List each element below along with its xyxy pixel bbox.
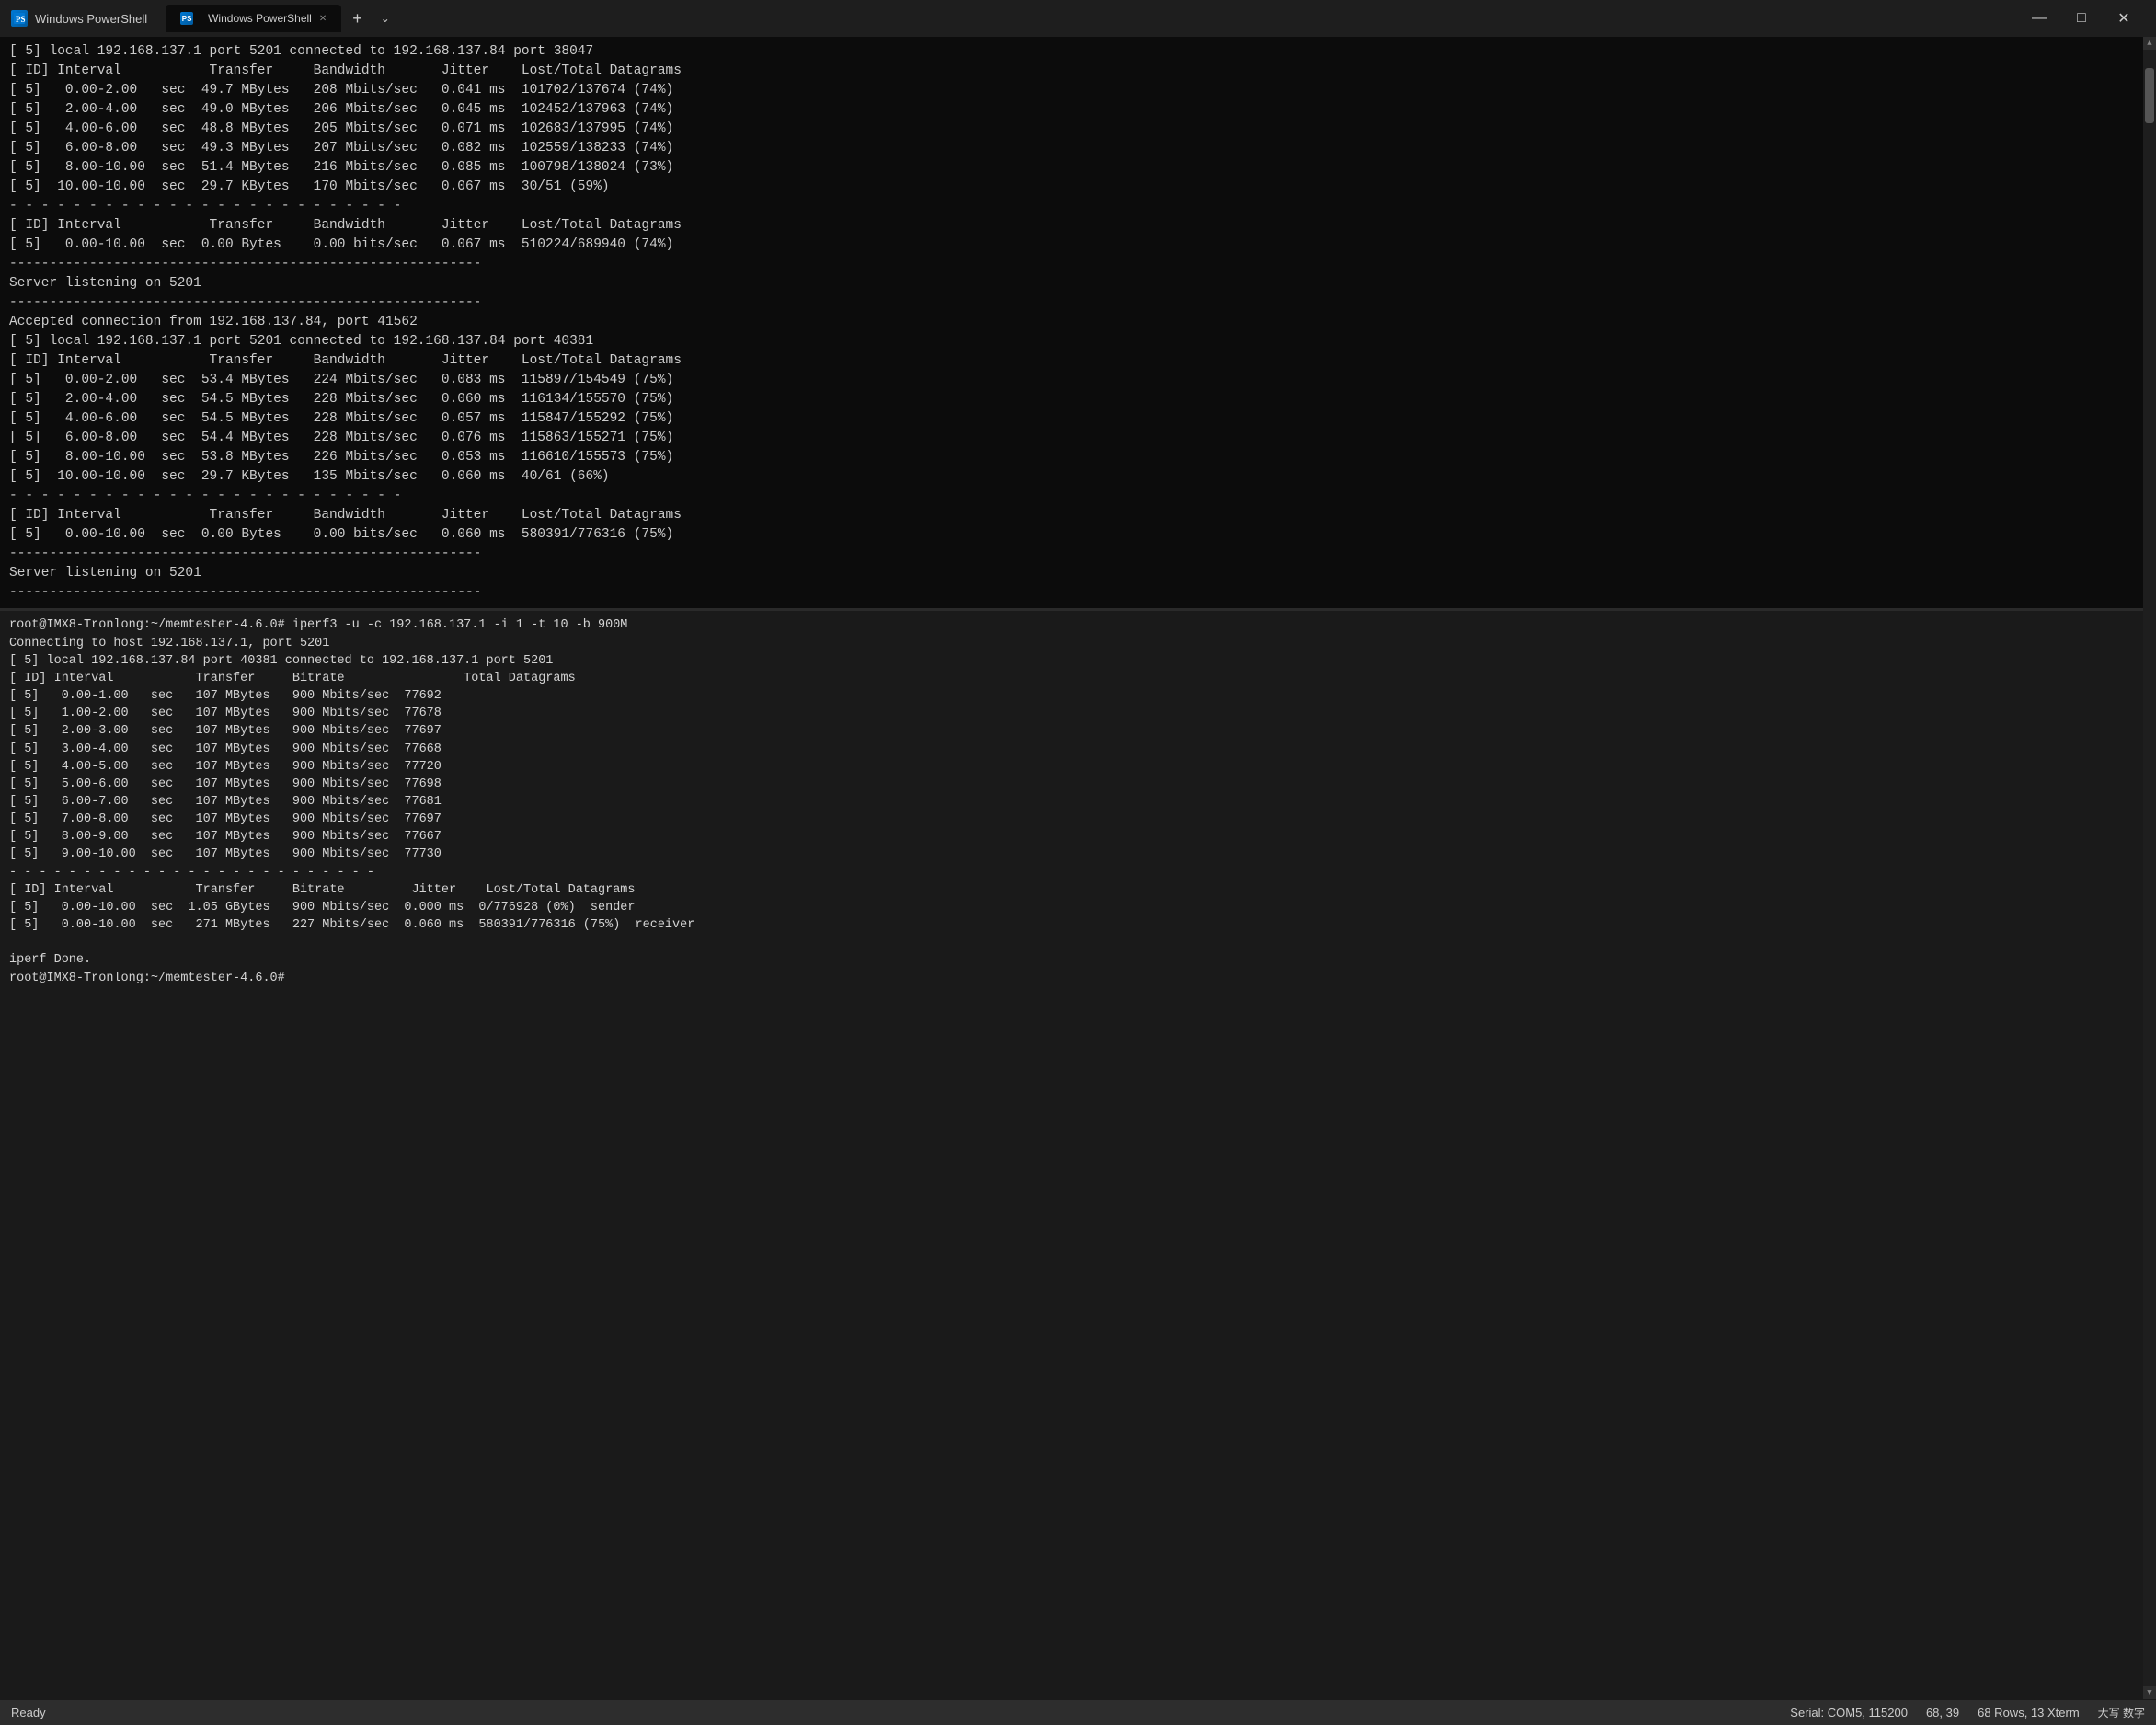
cjk-label: 大写 数字	[2098, 1705, 2145, 1720]
scroll-thumb[interactable]	[2145, 68, 2154, 123]
minimize-button[interactable]: —	[2018, 4, 2060, 33]
app-icon: PS	[11, 10, 28, 27]
title-bar: PS Windows PowerShell PS Windows PowerSh…	[0, 0, 2156, 37]
scroll-track[interactable]	[2143, 50, 2156, 1686]
tab-dropdown-button[interactable]: ⌄	[373, 12, 397, 25]
ps-output-top: [ 5] local 192.168.137.1 port 5201 conne…	[0, 37, 2143, 608]
tab-label: Windows PowerShell	[208, 12, 312, 25]
linux-terminal-output[interactable]: root@IMX8-Tronlong:~/memtester-4.6.0# ip…	[0, 611, 2143, 1699]
window-title: Windows PowerShell	[35, 12, 147, 26]
tab-bar: PS Windows PowerShell ✕ + ⌄	[166, 5, 397, 32]
main-area: [ 5] local 192.168.137.1 port 5201 conne…	[0, 37, 2156, 1699]
tab-icon: PS	[180, 12, 193, 25]
scroll-up-arrow[interactable]: ▲	[2143, 37, 2156, 50]
maximize-button[interactable]: □	[2060, 4, 2103, 33]
tab-powershell[interactable]: PS Windows PowerShell ✕	[166, 5, 341, 32]
tab-close-button[interactable]: ✕	[319, 14, 327, 24]
window-controls: — □ ✕	[2018, 4, 2145, 33]
status-bar: Ready Serial: COM5, 115200 68, 39 68 Row…	[0, 1699, 2156, 1725]
terminal-container: [ 5] local 192.168.137.1 port 5201 conne…	[0, 37, 2143, 1699]
cursor-position: 68, 39	[1926, 1706, 1959, 1719]
status-ready: Ready	[11, 1706, 46, 1719]
app-window: PS Windows PowerShell PS Windows PowerSh…	[0, 0, 2156, 1725]
scrollbar[interactable]: ▲ ▼	[2143, 37, 2156, 1699]
scroll-down-arrow[interactable]: ▼	[2143, 1686, 2156, 1699]
status-right-section: Serial: COM5, 115200 68, 39 68 Rows, 13 …	[1790, 1705, 2145, 1720]
svg-text:PS: PS	[16, 15, 26, 24]
new-tab-button[interactable]: +	[345, 10, 370, 27]
close-button[interactable]: ✕	[2103, 4, 2145, 33]
serial-info: Serial: COM5, 115200	[1790, 1706, 1908, 1719]
rows-cols-info: 68 Rows, 13 Xterm	[1978, 1706, 2080, 1719]
